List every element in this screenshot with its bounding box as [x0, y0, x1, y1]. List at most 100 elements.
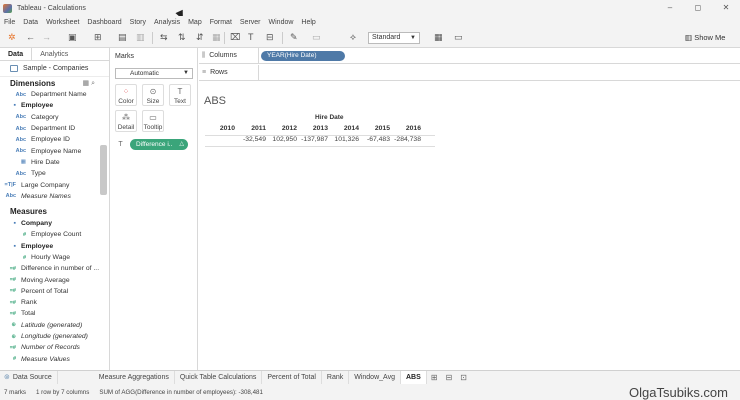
close-button[interactable]: ✕: [712, 0, 740, 16]
field-item[interactable]: ▪ Employee: [0, 100, 109, 111]
labels-icon[interactable]: T: [248, 32, 254, 43]
new-worksheet-icon[interactable]: ▤: [118, 32, 127, 43]
size-button[interactable]: ⊙ Size: [142, 84, 164, 106]
tooltip-button[interactable]: ▭ Tooltip: [142, 110, 164, 132]
highlight-icon[interactable]: ✎: [290, 32, 298, 43]
dimensions-scrollbar[interactable]: [100, 145, 107, 195]
tab-quick-table-calculations[interactable]: Quick Table Calculations: [175, 371, 263, 384]
field-item[interactable]: ⊕ Longitude (generated): [0, 331, 109, 342]
year-header-cell[interactable]: 2016: [391, 125, 421, 132]
tableau-app-icon: [3, 3, 12, 13]
menu-map[interactable]: Map: [188, 19, 202, 26]
field-item[interactable]: =# Rank: [0, 297, 109, 308]
sort-desc-icon[interactable]: ⇵: [196, 32, 204, 43]
value-cell[interactable]: 102,950: [267, 136, 297, 143]
data-source-icon: ⊚: [4, 374, 10, 381]
field-item[interactable]: # Hourly Wage: [0, 252, 109, 263]
visualization-area: ABS Hire Date 2010 2011 2012 2013 2014 2015 20…: [199, 82, 740, 365]
field-item[interactable]: Abc Employee ID: [0, 134, 109, 145]
fit-dropdown[interactable]: Standard ▼: [368, 32, 420, 44]
maximize-button[interactable]: ◻: [684, 0, 712, 16]
value-cell[interactable]: -284,738: [391, 136, 421, 143]
tab-percent-of-total[interactable]: Percent of Total: [262, 371, 322, 384]
marks-header: Marks: [115, 53, 135, 60]
field-item[interactable]: ⊕ Latitude (generated): [0, 320, 109, 331]
field-label: Department Name: [31, 91, 87, 99]
new-dashboard-icon[interactable]: ⊟: [441, 371, 456, 384]
menu-file[interactable]: File: [4, 19, 15, 26]
save-icon[interactable]: ▣: [68, 32, 77, 43]
field-item[interactable]: =# Total: [0, 308, 109, 319]
field-item[interactable]: Abc Employee Name: [0, 145, 109, 156]
year-header-cell[interactable]: 2013: [298, 125, 328, 132]
field-item[interactable]: ▦ Hire Date: [0, 157, 109, 168]
year-header-cell[interactable]: 2015: [360, 125, 390, 132]
year-header-cell[interactable]: 2012: [267, 125, 297, 132]
tab-measure-aggregations[interactable]: Measure Aggregations: [94, 371, 175, 384]
value-cell[interactable]: -32,549: [236, 136, 266, 143]
field-item[interactable]: =T|F Large Company: [0, 179, 109, 190]
show-me-button[interactable]: ▥ Show Me: [685, 32, 725, 43]
year-header-cell[interactable]: 2014: [329, 125, 359, 132]
detail-button[interactable]: ⁂ Detail: [115, 110, 137, 132]
tab-abs[interactable]: ABS: [400, 371, 427, 384]
value-cell[interactable]: -137,987: [298, 136, 328, 143]
field-item[interactable]: Abc Type: [0, 168, 109, 179]
field-item[interactable]: Abc Measure Names: [0, 191, 109, 202]
color-button[interactable]: ⁘ Color: [115, 84, 137, 106]
undo-icon[interactable]: ←: [26, 32, 35, 43]
value-cell[interactable]: -67,483: [360, 136, 390, 143]
search-icon[interactable]: ▦ ⌕: [83, 79, 95, 88]
field-label: Hourly Wage: [31, 254, 71, 261]
tab-window-avg[interactable]: Window_Avg: [349, 371, 401, 384]
field-item[interactable]: ▪ Company: [0, 218, 109, 229]
menu-worksheet[interactable]: Worksheet: [46, 19, 79, 26]
mark-type-dropdown[interactable]: Automatic ▼: [115, 68, 193, 79]
text-button[interactable]: T Text: [169, 84, 191, 106]
data-source-tab[interactable]: ⊚ Data Source: [0, 371, 58, 384]
field-item[interactable]: # Employee Count: [0, 229, 109, 240]
redo-icon[interactable]: →: [42, 32, 51, 43]
minimize-button[interactable]: –: [656, 0, 684, 16]
duplicate-icon[interactable]: ▥: [136, 32, 145, 43]
value-cell[interactable]: 101,326: [329, 136, 359, 143]
group-icon[interactable]: ⌧: [230, 32, 240, 43]
clear-sheet-icon[interactable]: ▦: [212, 32, 221, 43]
sort-asc-icon[interactable]: ⇅: [178, 32, 186, 43]
year-header-cell[interactable]: 2010: [205, 125, 235, 132]
menu-data[interactable]: Data: [23, 19, 38, 26]
menu-format[interactable]: Format: [210, 19, 232, 26]
field-item[interactable]: Abc Category: [0, 112, 109, 123]
year-header-cell[interactable]: 2011: [236, 125, 266, 132]
tab-data[interactable]: Data: [0, 48, 31, 60]
tab-analytics[interactable]: Analytics: [31, 48, 76, 60]
field-item[interactable]: =# Moving Average: [0, 274, 109, 285]
tooltip-icon[interactable]: ▭: [312, 32, 321, 43]
field-item[interactable]: ▪ Employee: [0, 241, 109, 252]
field-item[interactable]: =# Number of Records: [0, 342, 109, 353]
show-cards-icon[interactable]: ▦: [434, 32, 443, 43]
tableau-logo-icon[interactable]: ✲: [8, 32, 16, 43]
swap-icon[interactable]: ⇆: [160, 32, 168, 43]
menu-help[interactable]: Help: [301, 19, 315, 26]
field-item[interactable]: Abc Department ID: [0, 123, 109, 134]
share-icon[interactable]: ▭: [454, 32, 463, 43]
year-hire-date-pill[interactable]: YEAR(Hire Date): [261, 51, 345, 61]
field-item[interactable]: Abc Department Name: [0, 89, 109, 100]
new-data-source-icon[interactable]: ⊞: [94, 32, 102, 43]
difference-pill[interactable]: Difference i.. △: [130, 139, 188, 150]
field-item[interactable]: =# Difference in number of ...: [0, 263, 109, 274]
menu-window[interactable]: Window: [269, 19, 294, 26]
new-story-icon[interactable]: ⊡: [456, 371, 471, 384]
data-source-row[interactable]: Sample - Companies: [0, 61, 109, 77]
new-worksheet-icon[interactable]: ⊞: [427, 371, 442, 384]
menu-analysis[interactable]: Analysis: [154, 19, 180, 26]
tab-rank[interactable]: Rank: [322, 371, 350, 384]
presentation-icon[interactable]: ⟡: [350, 32, 356, 43]
field-item[interactable]: # Measure Values: [0, 354, 109, 365]
menu-story[interactable]: Story: [130, 19, 146, 26]
menu-dashboard[interactable]: Dashboard: [87, 19, 121, 26]
fix-axes-icon[interactable]: ⊟: [266, 32, 274, 43]
field-item[interactable]: =# Percent of Total: [0, 286, 109, 297]
menu-server[interactable]: Server: [240, 19, 261, 26]
